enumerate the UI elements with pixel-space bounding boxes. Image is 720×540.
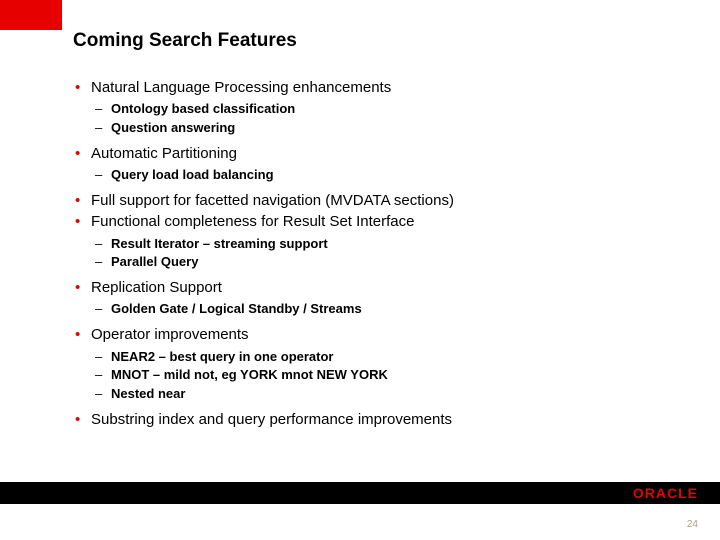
bullet-text: MNOT – mild not, eg YORK mnot NEW YORK (111, 367, 388, 382)
bullet-text: Functional completeness for Result Set I… (91, 213, 415, 230)
bullet-text: Substring index and query performance im… (91, 411, 452, 428)
bullet-l1: Automatic Partitioning (73, 144, 700, 164)
page-number: 24 (687, 519, 698, 530)
bullet-text: Operator improvements (91, 326, 249, 343)
bullet-text: Parallel Query (111, 254, 198, 269)
bullet-text: Query load load balancing (111, 167, 274, 182)
bullet-text: Ontology based classification (111, 101, 295, 116)
bullet-l1: Functional completeness for Result Set I… (73, 212, 700, 232)
bullet-text: Full support for facetted navigation (MV… (91, 192, 454, 209)
footer-bar: ORACLE (0, 482, 720, 504)
slide-content: Natural Language Processing enhancements… (73, 78, 700, 431)
oracle-logo: ORACLE (633, 485, 698, 501)
bullet-l2: MNOT – mild not, eg YORK mnot NEW YORK (73, 366, 700, 385)
bullet-text: Replication Support (91, 279, 222, 296)
bullet-l1: Full support for facetted navigation (MV… (73, 191, 700, 211)
bullet-l2: Question answering (73, 119, 700, 138)
bullet-text: Automatic Partitioning (91, 145, 237, 162)
bullet-text: Result Iterator – streaming support (111, 236, 328, 251)
bullet-text: Natural Language Processing enhancements (91, 79, 391, 96)
bullet-l1: Natural Language Processing enhancements (73, 78, 700, 98)
corner-red-block (0, 0, 62, 30)
bullet-l2: Query load load balancing (73, 166, 700, 185)
bullet-l2: Result Iterator – streaming support (73, 235, 700, 254)
slide-title: Coming Search Features (73, 30, 297, 52)
bullet-l2: Parallel Query (73, 253, 700, 272)
bullet-text: NEAR2 – best query in one operator (111, 349, 334, 364)
bullet-l2: Golden Gate / Logical Standby / Streams (73, 300, 700, 319)
bullet-l2: Ontology based classification (73, 100, 700, 119)
bullet-text: Golden Gate / Logical Standby / Streams (111, 301, 362, 316)
bullet-text: Question answering (111, 120, 235, 135)
bullet-l2: NEAR2 – best query in one operator (73, 348, 700, 367)
bullet-l1: Substring index and query performance im… (73, 410, 700, 430)
bullet-l1: Replication Support (73, 278, 700, 298)
bullet-l2: Nested near (73, 385, 700, 404)
bullet-l1: Operator improvements (73, 325, 700, 345)
bullet-text: Nested near (111, 386, 185, 401)
